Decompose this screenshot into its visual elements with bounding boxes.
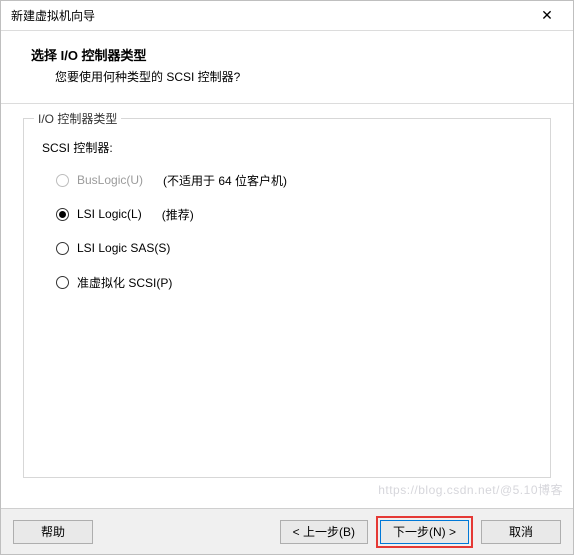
wizard-header: 选择 I/O 控制器类型 您要使用何种类型的 SCSI 控制器? (1, 31, 573, 104)
radio-row-paravirt[interactable]: 准虚拟化 SCSI(P) (56, 272, 532, 292)
radio-lsi[interactable] (56, 208, 69, 221)
radio-row-lsi[interactable]: LSI Logic(L) (推荐) (56, 204, 532, 224)
radio-label-lsisas: LSI Logic SAS(S) (77, 241, 170, 255)
window-title: 新建虚拟机向导 (11, 7, 527, 24)
io-controller-fieldset: I/O 控制器类型 SCSI 控制器: BusLogic(U) (不适用于 64… (23, 118, 551, 478)
radio-row-lsisas[interactable]: LSI Logic SAS(S) (56, 238, 532, 258)
hint-buslogic: (不适用于 64 位客户机) (163, 172, 287, 189)
wizard-footer: 帮助 < 上一步(B) 下一步(N) > 取消 (1, 508, 573, 554)
cancel-button[interactable]: 取消 (481, 520, 561, 544)
radio-label-paravirt: 准虚拟化 SCSI(P) (77, 274, 172, 291)
next-button[interactable]: 下一步(N) > (380, 520, 469, 544)
titlebar: 新建虚拟机向导 ✕ (1, 1, 573, 31)
close-button[interactable]: ✕ (527, 2, 567, 30)
wizard-body: I/O 控制器类型 SCSI 控制器: BusLogic(U) (不适用于 64… (1, 104, 573, 508)
wizard-window: 新建虚拟机向导 ✕ 选择 I/O 控制器类型 您要使用何种类型的 SCSI 控制… (0, 0, 574, 555)
radio-buslogic (56, 174, 69, 187)
radio-label-lsi: LSI Logic(L) (77, 207, 142, 221)
header-title: 选择 I/O 控制器类型 (31, 45, 553, 64)
radio-row-buslogic: BusLogic(U) (不适用于 64 位客户机) (56, 170, 532, 190)
fieldset-legend: I/O 控制器类型 (34, 110, 121, 127)
hint-lsi: (推荐) (162, 206, 194, 223)
radio-label-buslogic: BusLogic(U) (77, 173, 143, 187)
header-subtitle: 您要使用何种类型的 SCSI 控制器? (55, 68, 553, 85)
back-button[interactable]: < 上一步(B) (280, 520, 368, 544)
radio-paravirt[interactable] (56, 276, 69, 289)
close-icon: ✕ (541, 7, 553, 24)
help-button[interactable]: 帮助 (13, 520, 93, 544)
next-button-highlight: 下一步(N) > (376, 516, 473, 548)
radio-lsisas[interactable] (56, 242, 69, 255)
scsi-controller-label: SCSI 控制器: (42, 139, 532, 156)
